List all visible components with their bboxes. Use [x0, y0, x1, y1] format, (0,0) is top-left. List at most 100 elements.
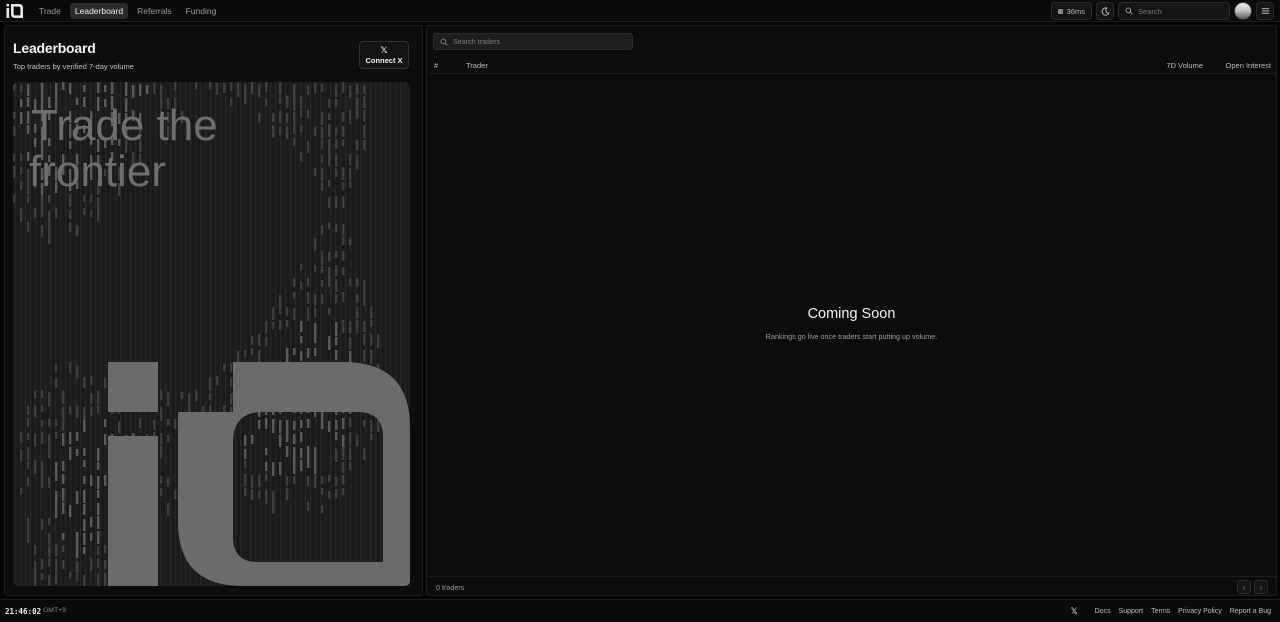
nav-referrals[interactable]: Referrals	[132, 3, 176, 19]
hero-dash	[356, 294, 359, 303]
x-logo-icon: 𝕏	[380, 45, 388, 55]
column-7d-volume[interactable]: 7D Volume	[1166, 61, 1203, 70]
hero-dash	[27, 461, 30, 469]
footer-link-privacy-policy[interactable]: Privacy Policy	[1178, 608, 1222, 615]
column-rank[interactable]: #	[434, 61, 438, 70]
hero-dash	[265, 82, 268, 92]
hero-stripe	[270, 82, 272, 586]
hero-dash	[97, 391, 100, 404]
hero-dash	[20, 112, 23, 124]
hero-dash	[34, 572, 37, 586]
hero-dash	[230, 98, 233, 106]
hero-dash	[349, 432, 352, 446]
hero-dash	[342, 224, 345, 235]
footer-link-report-bug[interactable]: Report a Bug	[1230, 608, 1271, 615]
column-trader[interactable]: Trader	[466, 61, 488, 70]
hero-dash	[335, 432, 338, 440]
hero-dash	[342, 267, 345, 275]
hero-dash	[244, 435, 247, 446]
hero-dash	[76, 545, 79, 558]
hero-dash	[363, 280, 366, 294]
hero-dash	[328, 267, 331, 280]
hero-dash	[27, 418, 30, 427]
hero-dash	[55, 208, 58, 218]
hero-dash	[328, 113, 331, 120]
hero-dash	[27, 447, 30, 460]
hero-dash	[342, 196, 345, 208]
hero-dash	[300, 351, 303, 361]
hero-dash	[167, 435, 170, 442]
hero-dash	[76, 449, 79, 456]
hero-dash	[160, 433, 163, 445]
hero-dash	[300, 420, 303, 428]
theme-toggle-button[interactable]	[1096, 2, 1114, 20]
hero-dash	[307, 85, 310, 95]
hero-dash	[27, 196, 30, 203]
hero-dash	[97, 197, 100, 209]
footer-link-support[interactable]: Support	[1119, 608, 1144, 615]
hero-dash	[27, 477, 30, 486]
hero-dash	[328, 475, 331, 482]
hero-dash	[83, 575, 86, 586]
hero-dash	[83, 504, 86, 515]
nav-leaderboard[interactable]: Leaderboard	[69, 3, 129, 19]
hero-dash	[48, 533, 51, 545]
avatar[interactable]	[1234, 2, 1252, 20]
hero-dash	[90, 210, 93, 217]
hero-dash	[265, 462, 268, 471]
hero-dash	[48, 236, 51, 244]
hero-dash	[279, 127, 282, 135]
global-search-input[interactable]: Search	[1118, 2, 1230, 20]
nav-trade[interactable]: Trade	[34, 3, 66, 19]
hero-dash	[69, 432, 72, 444]
hero-dash	[300, 281, 303, 289]
hero-dash	[356, 110, 359, 119]
hero-dash	[293, 278, 296, 287]
hero-dash	[97, 476, 100, 489]
hero-dash	[76, 365, 79, 379]
hero-stripe	[240, 82, 242, 586]
hero-dash	[104, 545, 107, 553]
hero-dash	[307, 460, 310, 468]
hero-dash	[307, 141, 310, 153]
trader-search-input[interactable]: Search traders	[433, 33, 633, 50]
hero-dash	[328, 152, 331, 166]
prev-page-button[interactable]: ‹	[1237, 580, 1251, 594]
hero-dash	[363, 140, 366, 150]
next-page-button[interactable]: ›	[1254, 580, 1268, 594]
hero-dash	[83, 420, 86, 432]
hero-dash	[314, 323, 317, 335]
io-logo[interactable]	[6, 3, 24, 19]
hero-stripe	[305, 82, 307, 586]
hero-dash	[20, 449, 23, 461]
hero-dash	[370, 420, 373, 432]
latency-value: 36ms	[1066, 6, 1085, 16]
hero-banner: Trade the frontier	[13, 82, 410, 586]
hero-dash	[48, 392, 51, 406]
hero-dash	[321, 294, 324, 304]
menu-button[interactable]	[1256, 2, 1274, 20]
hero-dash	[363, 110, 366, 122]
x-social-icon[interactable]: 𝕏	[1071, 606, 1078, 617]
hero-dash	[279, 434, 282, 447]
hero-dash	[230, 363, 233, 372]
hero-dash	[300, 336, 303, 343]
latency-indicator[interactable]: 36ms	[1050, 2, 1092, 20]
hero-dash	[307, 307, 310, 321]
connect-x-button[interactable]: 𝕏 Connect X	[359, 41, 409, 69]
hero-stripe	[310, 82, 312, 586]
hero-dash	[328, 252, 331, 261]
hero-dash	[69, 210, 72, 219]
column-open-interest[interactable]: Open Interest	[1226, 61, 1271, 70]
footer-link-docs[interactable]: Docs	[1095, 608, 1111, 615]
hero-dash	[97, 546, 100, 555]
hero-dash	[328, 124, 331, 137]
hero-stripe	[250, 82, 252, 586]
nav-funding[interactable]: Funding	[181, 3, 222, 19]
hero-dash	[342, 112, 345, 122]
hero-dash	[174, 82, 177, 91]
footer-link-terms[interactable]: Terms	[1151, 608, 1170, 615]
timezone-label: GMT+9	[43, 607, 66, 614]
hero-dash	[139, 84, 142, 96]
hero-dash	[356, 155, 359, 169]
